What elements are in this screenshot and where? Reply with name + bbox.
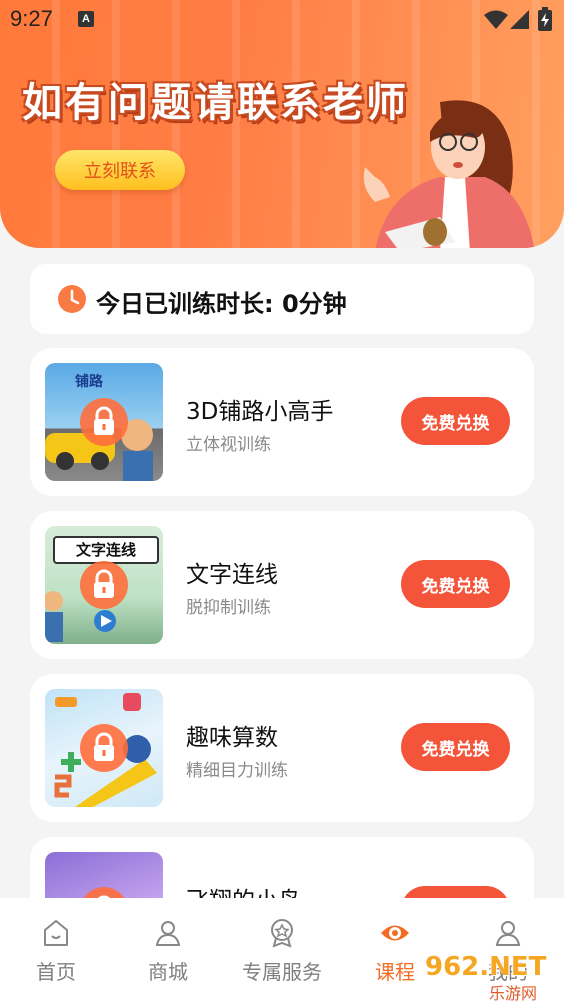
course-name: 3D铺路小高手 — [186, 399, 334, 425]
lock-badge — [80, 398, 128, 446]
badge-icon — [271, 919, 293, 948]
person-icon — [155, 921, 181, 946]
wifi-icon — [484, 10, 508, 29]
course-card[interactable]: 趣味算数 精细目力训练 免费兑换 — [30, 674, 534, 822]
lock-icon — [94, 569, 114, 598]
tab-home[interactable]: 首页 — [0, 898, 112, 1004]
lock-badge — [80, 724, 128, 772]
free-redeem-button[interactable]: 免费兑换 — [401, 560, 510, 608]
course-subtitle: 立体视训练 — [186, 435, 271, 455]
home-icon — [44, 920, 68, 946]
course-thumbnail: 文字连线 — [45, 526, 163, 644]
course-name: 趣味算数 — [186, 725, 278, 751]
contact-now-button[interactable]: 立刻联系 — [55, 150, 185, 190]
status-bar: 9:27 A — [0, 0, 564, 40]
person-icon — [495, 921, 521, 946]
free-redeem-button[interactable]: 免费兑换 — [401, 723, 510, 771]
battery-charging-icon — [538, 7, 552, 31]
course-card[interactable]: 铺路 3D铺路小高手 立体视训练 免费兑换 — [30, 348, 534, 496]
course-subtitle: 脱抑制训练 — [186, 598, 271, 618]
watermark-main: 962.NET — [425, 952, 547, 982]
lock-icon — [94, 732, 114, 761]
free-redeem-button[interactable]: 免费兑换 — [401, 397, 510, 445]
training-duration-text: 今日已训练时长: 0分钟 — [96, 290, 347, 318]
lock-badge — [80, 561, 128, 609]
eye-icon — [381, 925, 409, 941]
teacher-illustration — [363, 100, 535, 248]
course-thumbnail: 铺路 — [45, 363, 163, 481]
course-subtitle: 精细目力训练 — [186, 761, 288, 781]
signal-icon — [510, 10, 529, 29]
tab-label: 首页 — [36, 960, 76, 984]
tab-label: 专属服务 — [242, 960, 322, 984]
course-card[interactable]: 文字连线 文字连线 脱抑制训练 免费兑换 — [30, 511, 534, 659]
notification-a-icon: A — [78, 11, 94, 27]
course-thumb-text: 铺路 — [75, 374, 103, 390]
training-duration-card: 今日已训练时长: 0分钟 — [30, 264, 534, 334]
site-watermark-logo: 962.NET 乐游网 — [425, 952, 559, 1003]
clock-icon — [58, 285, 86, 313]
lock-icon — [94, 406, 114, 435]
course-thumbnail — [45, 689, 163, 807]
tab-mall[interactable]: 商城 — [112, 898, 224, 1004]
status-time: 9:27 — [10, 6, 53, 31]
tab-exclusive-service[interactable]: 专属服务 — [226, 898, 338, 1004]
watermark-sub: 乐游网 — [489, 984, 538, 1003]
course-name: 文字连线 — [186, 562, 278, 588]
tab-label: 商城 — [148, 960, 188, 984]
